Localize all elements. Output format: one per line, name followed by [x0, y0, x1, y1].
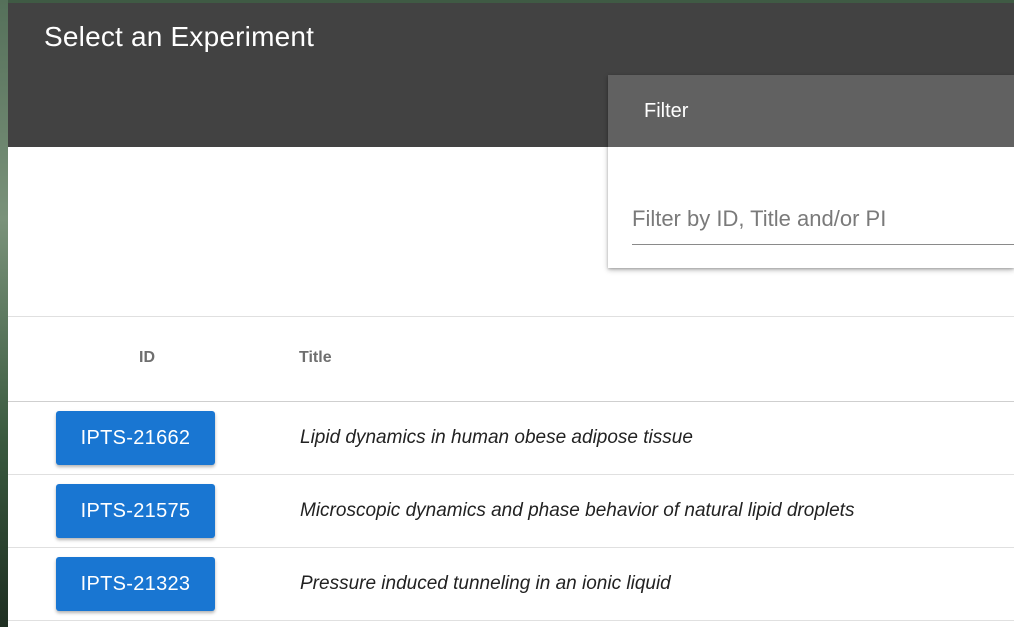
- filter-input[interactable]: [632, 193, 1014, 245]
- table-row: IPTS-21323 Pressure induced tunneling in…: [8, 548, 1014, 621]
- experiment-id-button[interactable]: IPTS-21575: [56, 484, 215, 538]
- filter-header: Filter: [608, 75, 1014, 147]
- filter-title: Filter: [644, 100, 689, 122]
- experiment-table: ID Title IPTS-21662 Lipid dynamics in hu…: [8, 316, 1014, 621]
- page-title: Select an Experiment: [44, 21, 315, 52]
- experiment-title: Microscopic dynamics and phase behavior …: [300, 500, 855, 521]
- column-header-title[interactable]: Title: [299, 349, 332, 367]
- experiment-selector-dialog: Select an Experiment Filter ID Title IPT…: [8, 3, 1014, 627]
- filter-panel: Filter: [608, 75, 1014, 268]
- experiment-id-button[interactable]: IPTS-21323: [56, 557, 215, 611]
- desktop-background: [0, 0, 8, 627]
- table-row: IPTS-21662 Lipid dynamics in human obese…: [8, 402, 1014, 475]
- experiment-id-button[interactable]: IPTS-21662: [56, 411, 215, 465]
- column-header-id[interactable]: ID: [139, 349, 155, 367]
- table-row: IPTS-21575 Microscopic dynamics and phas…: [8, 475, 1014, 548]
- experiment-title: Lipid dynamics in human obese adipose ti…: [300, 427, 693, 448]
- table-header-row: ID Title: [8, 317, 1014, 402]
- experiment-title: Pressure induced tunneling in an ionic l…: [300, 573, 671, 594]
